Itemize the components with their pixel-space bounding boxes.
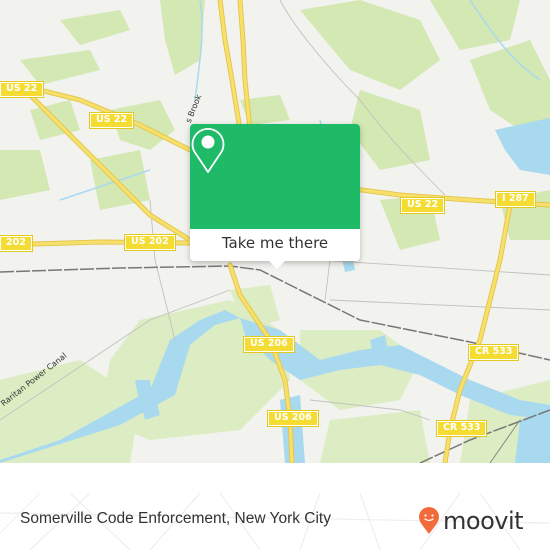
take-me-there-button[interactable]: Take me there [190,229,360,261]
moovit-logo[interactable]: moovit [418,506,524,536]
road-shield-cr533-south: CR 533 [435,420,488,437]
road-shield-us22-center: US 22 [88,112,135,129]
footer-bar: Somerville Code Enforcement, New York Ci… [0,493,550,550]
moovit-wordmark: moovit [443,507,524,535]
popup-pointer [268,260,286,269]
popup-header [190,124,360,229]
road-shield-us22-west: US 22 [0,81,45,98]
location-title: Somerville Code Enforcement, New York Ci… [20,510,331,527]
road-shield-us202-west: 202 [0,235,33,252]
road-shield-us22-east: US 22 [399,197,446,214]
road-shield-us202-center: US 202 [124,234,176,251]
road-shield-us206-south: US 206 [267,410,319,427]
moovit-pin-icon [419,507,439,534]
map-pin-icon [191,127,225,173]
road-shield-us206-north: US 206 [243,336,295,353]
road-shield-cr533-north: CR 533 [467,344,520,361]
map-canvas[interactable]: US 22 US 22 US 22 I 287 202 US 202 US 20… [0,0,550,463]
take-me-there-popup[interactable]: Take me there [190,124,360,269]
road-shield-i287: I 287 [495,191,536,208]
map-widget: US 22 US 22 US 22 I 287 202 US 202 US 20… [0,0,550,550]
